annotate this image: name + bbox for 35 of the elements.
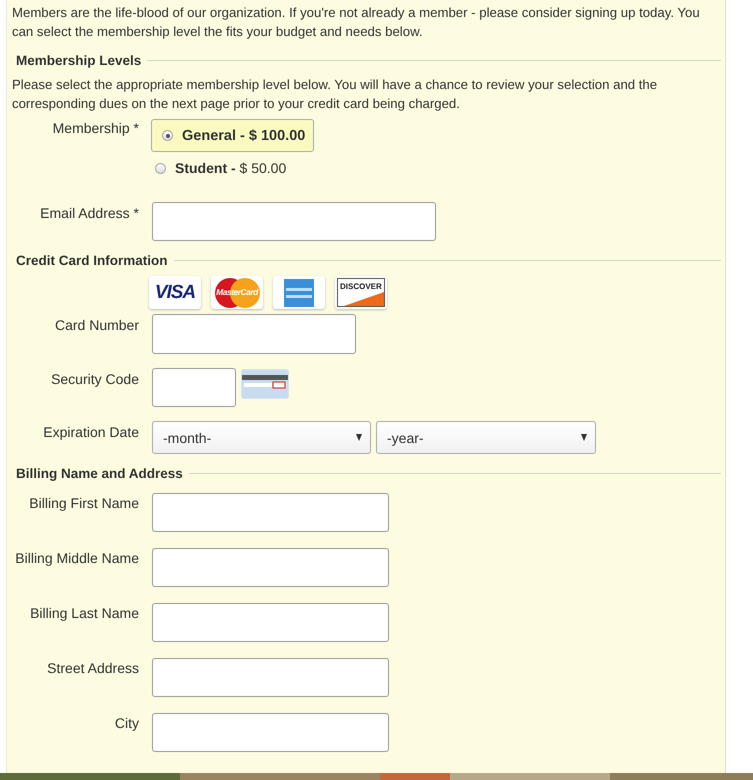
field-label: Street Address — [47, 660, 139, 676]
caret-icon — [356, 434, 362, 441]
membership-option[interactable]: General - $ 100.00 — [151, 119, 314, 152]
amex-card-icon — [273, 276, 325, 309]
section-title: Credit Card Information — [16, 253, 168, 268]
visa-card-icon: VISA — [149, 276, 201, 309]
field-label: Security Code — [51, 371, 139, 387]
section-title: Membership Levels — [16, 53, 142, 68]
field-label: Email Address * — [40, 205, 139, 221]
text-field[interactable] — [152, 658, 389, 697]
membership-option[interactable]: Student - $ 50.00 — [151, 158, 314, 178]
text-field[interactable] — [152, 603, 389, 642]
year-dropdown[interactable]: -year- — [376, 421, 596, 454]
radio-button[interactable] — [162, 130, 173, 141]
radio-button[interactable] — [155, 162, 166, 174]
field-label: Expiration Date — [43, 424, 139, 440]
card-number-field[interactable] — [152, 314, 356, 354]
text-field[interactable] — [152, 493, 389, 532]
field-label: Billing First Name — [29, 495, 139, 511]
field-label: Card Number — [54, 317, 139, 333]
membership-note: Please select the appropriate membership level below. You will have a chance to review your selection and the corresponding dues on the next page prior to your credit card being charged. — [11, 76, 658, 113]
field-label: City — [114, 715, 139, 731]
field-label: Billing Last Name — [30, 605, 139, 621]
field-label: Membership * — [52, 120, 139, 136]
discover-card-icon: DISCOVER — [335, 276, 387, 309]
month-dropdown[interactable]: -month- — [152, 421, 371, 454]
card-back-icon — [241, 369, 289, 399]
text-field[interactable] — [152, 548, 389, 587]
caret-icon — [581, 434, 587, 441]
section-title: Billing Name and Address — [16, 466, 183, 481]
intro-text: Members are the life-blood of our organization. If you're not already a member - please consider signing up today. You can select the membership level the fits your budget and needs below. — [11, 4, 701, 41]
security-code-field[interactable] — [152, 368, 236, 407]
text-field[interactable] — [152, 713, 389, 752]
email-field[interactable] — [152, 202, 436, 241]
field-label: Billing Middle Name — [15, 550, 139, 566]
